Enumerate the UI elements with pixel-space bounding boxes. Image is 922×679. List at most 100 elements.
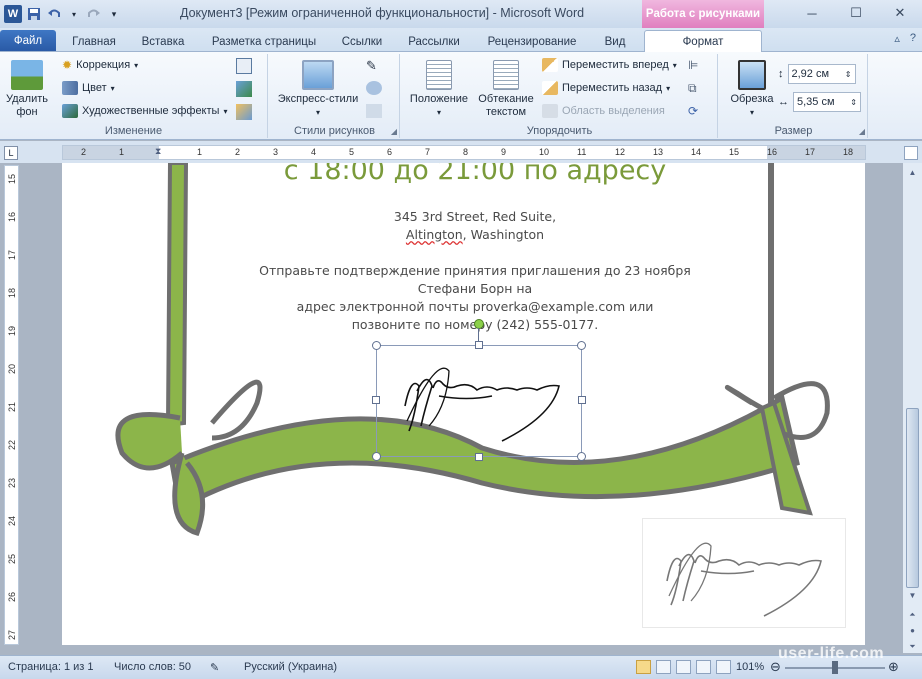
tab-view[interactable]: Вид	[592, 31, 638, 52]
vertical-scrollbar[interactable]: ▲ ▼ ⏶ ● ⏷	[903, 163, 922, 653]
help-icon[interactable]: ?	[910, 32, 916, 45]
align-icon[interactable]: ⊫	[688, 58, 698, 72]
tab-references[interactable]: Ссылки	[334, 31, 390, 52]
outline-view-icon[interactable]	[696, 660, 711, 674]
correction-button[interactable]: ✹ Коррекция ▾	[62, 58, 138, 72]
bring-forward-button[interactable]: Переместить вперед ▾	[542, 58, 677, 72]
view-ruler-icon[interactable]	[904, 146, 918, 160]
color-button[interactable]: Цвет ▾	[62, 81, 115, 95]
undo-icon[interactable]	[46, 6, 62, 22]
next-page-icon[interactable]: ⏷	[905, 639, 920, 654]
remove-background-button[interactable]: Удалить фон	[4, 60, 50, 119]
send-backward-label: Переместить назад	[562, 82, 663, 94]
customize-qat-icon[interactable]: ▾	[106, 6, 122, 22]
language-indicator[interactable]: Русский (Украина)	[244, 661, 337, 673]
ruler-number: 10	[539, 147, 550, 157]
send-backward-button[interactable]: Переместить назад ▾	[542, 81, 670, 95]
page-count[interactable]: Страница: 1 из 1	[8, 661, 94, 673]
maximize-icon[interactable]: ☐	[834, 0, 878, 26]
group-objects-icon[interactable]: ⧉	[688, 81, 697, 96]
group-label-styles: Стили рисунков	[294, 125, 375, 137]
position-button[interactable]: Положение ▾	[406, 60, 472, 119]
document-page[interactable]: с 18:00 до 21:00 по адресу 345 3rd Stree…	[62, 163, 865, 645]
save-icon[interactable]	[26, 6, 42, 22]
full-screen-reading-icon[interactable]	[656, 660, 671, 674]
tab-format[interactable]: Формат	[644, 30, 762, 52]
height-field[interactable]: 2,92 см ⇕	[787, 64, 856, 84]
resize-handle[interactable]	[577, 341, 586, 350]
chevron-down-icon: ▾	[134, 60, 139, 70]
resize-handle[interactable]	[372, 341, 381, 350]
minimize-ribbon-icon[interactable]: ▵	[894, 32, 900, 45]
rsvp-line-2: Стефани Борн на	[417, 281, 533, 296]
spelling-check-icon[interactable]: ✎	[210, 661, 219, 674]
resize-handle[interactable]	[577, 452, 586, 461]
spinner-arrows-icon[interactable]: ⇕	[850, 98, 857, 107]
horizontal-ruler[interactable]: 2 1 1 2 3 4 5 6 7 8 9 10 11 12 13 14 15 …	[62, 145, 866, 160]
resize-handle[interactable]	[372, 452, 381, 461]
scroll-down-icon[interactable]: ▼	[905, 588, 920, 603]
picture-tools-header: Работа с рисунками	[642, 0, 764, 28]
width-icon: ↔	[778, 96, 789, 108]
redo-icon[interactable]	[86, 6, 102, 22]
rotate-handle[interactable]	[474, 319, 484, 329]
resize-handle[interactable]	[475, 341, 483, 349]
rotate-icon[interactable]: ⟳	[688, 104, 698, 118]
dialog-launcher-icon[interactable]: ◢	[391, 127, 397, 136]
artistic-effects-button[interactable]: Художественные эффекты ▾	[62, 104, 227, 118]
ruler-number: 18	[7, 288, 17, 299]
selection-pane-button[interactable]: Область выделения	[542, 104, 665, 118]
scroll-up-icon[interactable]: ▲	[905, 165, 920, 180]
indent-marker-icon[interactable]: ⧗	[155, 146, 161, 157]
zoom-in-icon[interactable]: ⊕	[888, 659, 899, 675]
rsvp-line-1: Отправьте подтверждение принятия приглаш…	[259, 263, 691, 278]
print-layout-view-icon[interactable]	[636, 660, 651, 674]
wrap-text-button[interactable]: Обтекание текстом	[474, 60, 538, 119]
change-picture-icon[interactable]	[236, 81, 252, 97]
tab-page-layout[interactable]: Разметка страницы	[200, 31, 328, 52]
ruler-number: 2	[235, 147, 241, 157]
ruler-number: 11	[577, 147, 587, 157]
picture-layout-icon[interactable]	[366, 104, 382, 118]
width-value: 5,35 см	[797, 96, 835, 108]
tab-review[interactable]: Рецензирование	[478, 31, 586, 52]
signature-drawing	[666, 542, 822, 617]
tab-mailings[interactable]: Рассылки	[396, 31, 472, 52]
picture-effects-icon[interactable]	[366, 81, 382, 95]
spinner-arrows-icon[interactable]: ⇕	[845, 70, 852, 79]
dialog-launcher-icon[interactable]: ◢	[859, 127, 865, 136]
chevron-down-icon: ▾	[436, 108, 441, 117]
word-count[interactable]: Число слов: 50	[114, 661, 191, 673]
width-field[interactable]: 5,35 см ⇕	[793, 92, 861, 112]
ruler-number: 18	[843, 147, 854, 157]
close-icon[interactable]: ✕	[878, 0, 922, 26]
resize-handle[interactable]	[372, 396, 380, 404]
web-layout-icon[interactable]	[676, 660, 691, 674]
resize-handle[interactable]	[578, 396, 586, 404]
tab-insert[interactable]: Вставка	[132, 31, 194, 52]
signature-drawing	[404, 367, 560, 442]
minimize-icon[interactable]: ─	[790, 0, 834, 26]
quick-styles-button[interactable]: Экспресс-стили ▾	[274, 60, 362, 119]
word-app-icon[interactable]: W	[4, 5, 22, 23]
selected-signature-image[interactable]	[372, 319, 586, 461]
previous-page-icon[interactable]: ⏶	[905, 607, 920, 622]
crop-button[interactable]: Обрезка ▾	[726, 60, 778, 119]
zoom-level[interactable]: 101%	[736, 661, 764, 673]
tab-selector[interactable]: L	[4, 146, 18, 160]
tab-home[interactable]: Главная	[62, 31, 126, 52]
browse-object-icon[interactable]: ●	[905, 623, 920, 638]
vertical-ruler[interactable]: 15 16 17 18 19 20 21 22 23 24 25 26 27	[4, 165, 19, 645]
compress-pictures-icon[interactable]	[236, 58, 252, 74]
height-spinner[interactable]: ↕ 2,92 см ⇕	[778, 64, 856, 84]
chevron-down-icon[interactable]: ▾	[66, 6, 82, 22]
scroll-thumb[interactable]	[906, 408, 919, 588]
ruler-number: 12	[615, 147, 626, 157]
picture-border-icon[interactable]: ✎	[366, 58, 377, 74]
signature-image[interactable]	[642, 518, 846, 628]
tab-file[interactable]: Файл	[0, 30, 56, 51]
reset-picture-icon[interactable]	[236, 104, 252, 120]
resize-handle[interactable]	[475, 453, 483, 461]
draft-view-icon[interactable]	[716, 660, 731, 674]
width-spinner[interactable]: ↔ 5,35 см ⇕	[778, 92, 861, 112]
